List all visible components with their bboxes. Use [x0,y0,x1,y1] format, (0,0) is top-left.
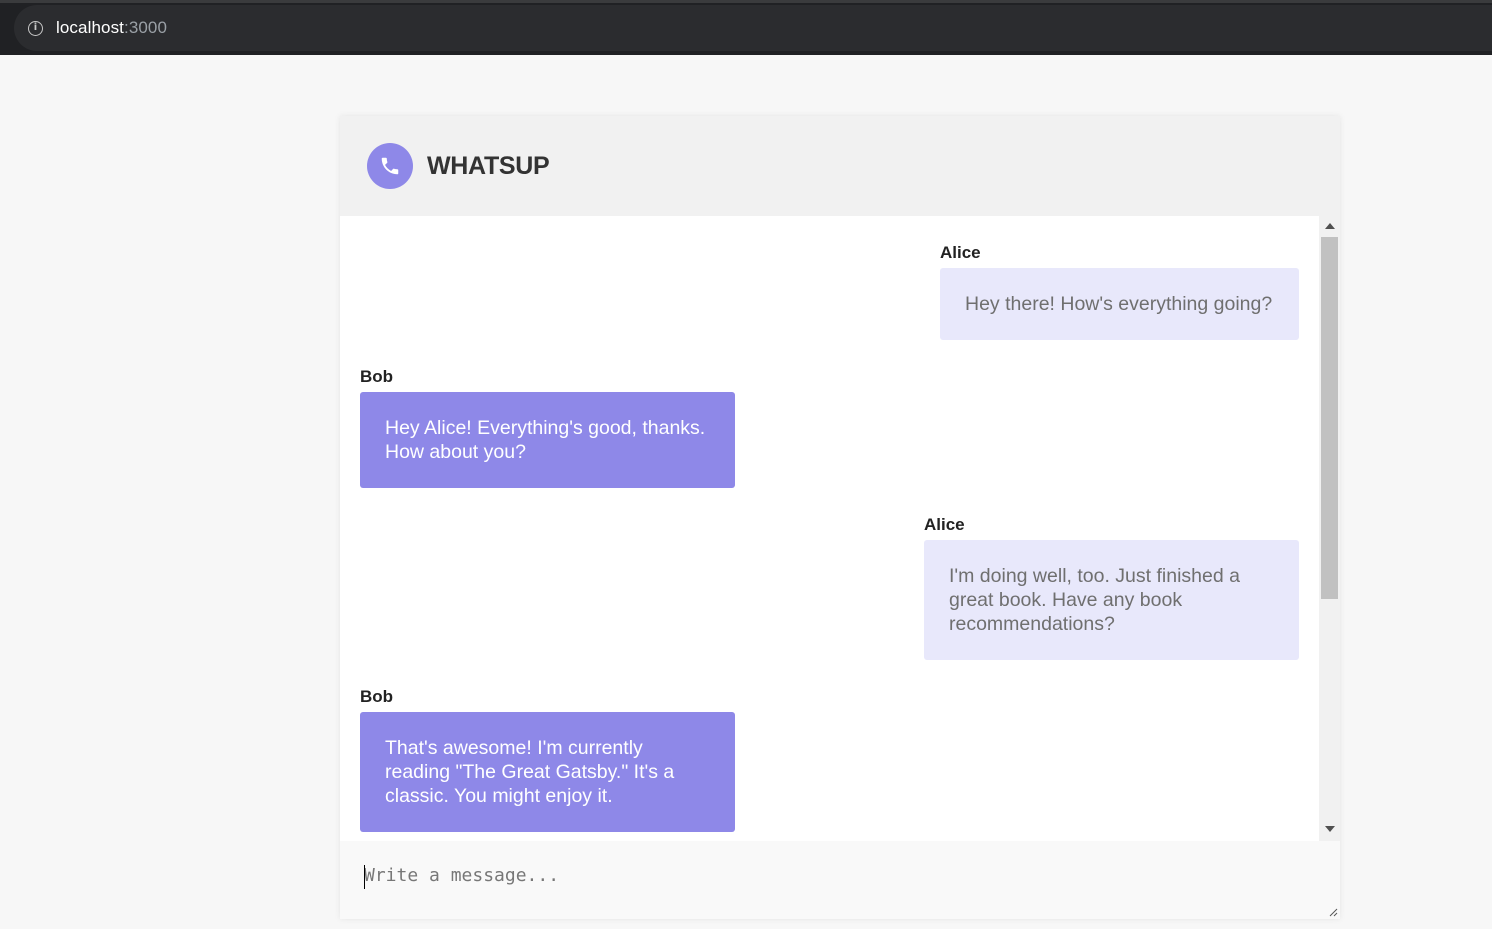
scroll-down-arrow-icon[interactable] [1325,826,1335,832]
chat-header: WHATSUP [340,116,1340,216]
message-sender: Alice [940,243,981,262]
message-composer [340,841,1340,919]
message-sender: Bob [360,687,394,706]
url-text[interactable]: localhost:3000 [56,18,167,38]
url-port: :3000 [124,18,168,37]
chat-window: WHATSUP Alice Hey there! How's everythin… [340,116,1340,919]
site-info-icon[interactable]: i [28,20,43,36]
phone-icon [367,143,413,189]
scrollbar-thumb[interactable] [1321,237,1338,599]
browser-tab-strip [0,0,1492,3]
message-input[interactable] [340,841,1340,919]
message-item: Bob Hey Alice! Everything's good, thanks… [360,367,735,488]
message-list[interactable]: Alice Hey there! How's everything going?… [340,216,1319,841]
message-item: Alice I'm doing well, too. Just finished… [924,515,1299,660]
message-bubble: That's awesome! I'm currently reading "T… [360,712,735,832]
message-sender: Bob [360,367,394,386]
app-title: WHATSUP [427,152,550,180]
address-bar[interactable]: i localhost:3000 [14,5,1492,51]
message-bubble: I'm doing well, too. Just finished a gre… [924,540,1299,660]
url-host: localhost [56,18,124,37]
scroll-up-arrow-icon[interactable] [1325,223,1335,229]
message-bubble: Hey there! How's everything going? [940,268,1299,340]
message-sender: Alice [924,515,965,534]
message-item: Alice Hey there! How's everything going? [940,243,1299,340]
resize-grip-icon[interactable] [1328,907,1338,917]
phone-glyph [381,157,399,175]
message-scrollbar[interactable] [1319,216,1340,841]
text-caret [364,865,365,889]
browser-toolbar: i localhost:3000 [0,0,1492,55]
message-item: Bob That's awesome! I'm currently readin… [360,687,735,832]
message-bubble: Hey Alice! Everything's good, thanks. Ho… [360,392,735,488]
